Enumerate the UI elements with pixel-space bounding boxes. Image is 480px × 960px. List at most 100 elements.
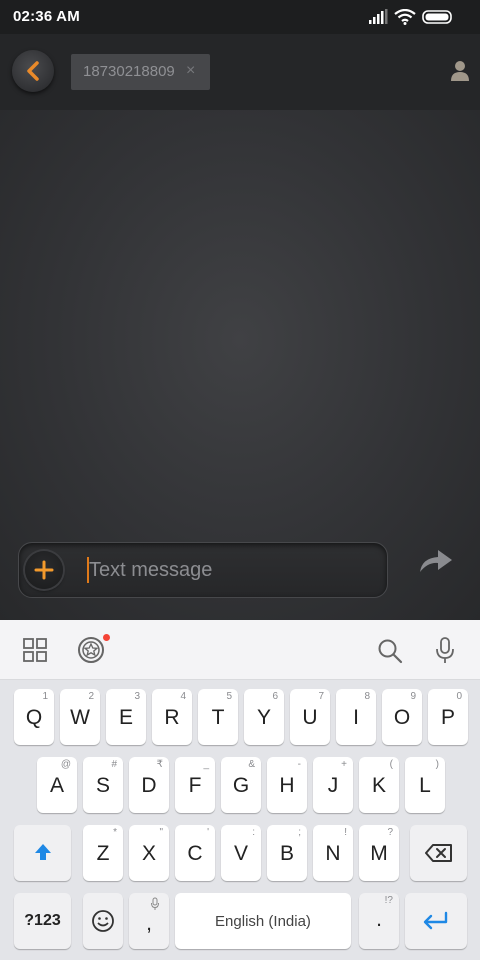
key-hint: 8 [364,691,370,702]
key-h[interactable]: -H [267,757,307,813]
key-label: R [164,706,180,729]
backspace-icon [425,844,452,862]
shift-key[interactable] [14,825,71,881]
mic-icon[interactable] [434,637,456,665]
key-f[interactable]: _ F [175,757,215,813]
key-hint: 2 [88,691,94,702]
battery-icon [422,10,452,24]
key-q[interactable]: 1Q [14,689,54,745]
key-hint: ' [207,827,209,838]
key-hint: # [111,759,117,770]
key-w[interactable]: 2W [60,689,100,745]
key-hint: _ [203,759,209,770]
key-hint: ? [387,827,393,838]
key-t[interactable]: 5T [198,689,238,745]
key-k[interactable]: (K [359,757,399,813]
contacts-button[interactable] [450,60,470,82]
enter-key[interactable] [405,893,467,949]
key-hint: 4 [180,691,186,702]
emoji-key[interactable] [83,893,123,949]
key-hint: ₹ [156,759,163,770]
key-hint: : [252,827,255,838]
comma-key[interactable]: , [129,893,169,949]
space-key[interactable]: English (India) [175,893,351,949]
key-n[interactable]: ! N [313,825,353,881]
key-e[interactable]: 3E [106,689,146,745]
search-icon[interactable] [377,638,403,664]
key-c[interactable]: ' C [175,825,215,881]
key-hint: 0 [456,691,462,702]
key-label: O [393,706,411,729]
key-hint: 7 [318,691,324,702]
key-o[interactable]: 9O [382,689,422,745]
grid-icon[interactable] [23,638,47,662]
key-label: I [353,706,359,729]
person-icon [451,61,469,81]
key-label: E [118,706,133,729]
key-m[interactable]: ? M [359,825,399,881]
key-v[interactable]: :V [221,825,261,881]
key-label: M [370,842,388,865]
key-y[interactable]: 6Y [244,689,284,745]
key-hint: ) [435,759,439,770]
key-label: S [95,774,110,797]
key-hint: ! [344,827,347,838]
key-l[interactable]: ) L [405,757,445,813]
key-i[interactable]: 8I [336,689,376,745]
key-label: X [141,842,156,865]
key-s[interactable]: # S [83,757,123,813]
key-x[interactable]: " X [129,825,169,881]
key-r[interactable]: 4R [152,689,192,745]
key-hint: * [113,827,117,838]
shift-arrow-icon [35,844,51,860]
key-label: Y [256,706,271,729]
key-label: J [327,774,339,797]
key-hint: ( [389,759,393,770]
period-label: . [376,908,382,931]
message-area [0,110,480,620]
signal-icon [369,9,388,24]
sticker-icon[interactable] [77,636,105,664]
key-z[interactable]: * Z [83,825,123,881]
message-input[interactable] [89,553,369,587]
key-label: T [211,706,225,729]
key-hint: & [248,759,255,770]
key-hint: 5 [226,691,232,702]
recipient-chip[interactable]: 18730218809 × [71,54,210,90]
emoji-icon [92,910,114,932]
attach-button[interactable] [25,551,63,589]
key-b[interactable]: ; B [267,825,307,881]
key-a[interactable]: @ A [37,757,77,813]
plus-icon [34,560,54,580]
chevron-left-icon [27,61,39,81]
keyboard-toolbar [0,620,480,680]
key-u[interactable]: 7U [290,689,330,745]
key-hint: 1 [42,691,48,702]
key-hint: @ [60,759,71,770]
key-label: D [141,774,157,797]
status-time: 02:36 AM [13,8,80,25]
key-label: B [279,842,294,865]
conversation-header: 18730218809 × [0,34,480,110]
key-j[interactable]: + J [313,757,353,813]
small-mic-icon [151,897,159,910]
symbols-label: ?123 [24,912,61,929]
recipient-number: 18730218809 [83,63,175,80]
notification-dot [103,634,110,641]
send-button[interactable] [416,546,456,576]
key-label: A [49,774,64,797]
send-arrow-icon [420,550,452,572]
back-button[interactable] [12,50,54,92]
backspace-key[interactable] [410,825,467,881]
key-hint: 9 [410,691,416,702]
message-composer [18,542,388,598]
key-label: V [233,842,248,865]
key-hint: ; [298,827,301,838]
symbols-key[interactable]: ?123 [14,893,71,949]
period-key[interactable]: !? . [359,893,399,949]
key-d[interactable]: ₹ D [129,757,169,813]
key-g[interactable]: & G [221,757,261,813]
close-icon[interactable]: × [186,62,195,80]
key-p[interactable]: 0P [428,689,468,745]
key-label: L [419,774,431,797]
